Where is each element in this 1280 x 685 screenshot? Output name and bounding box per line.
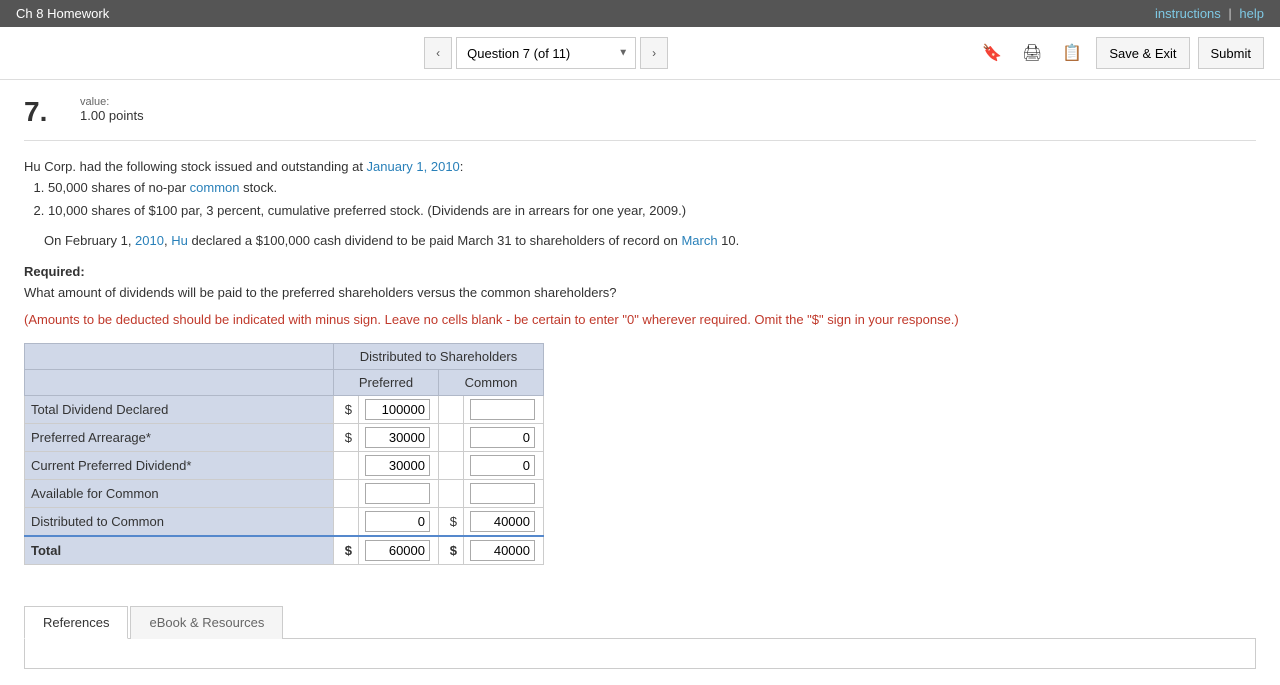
value-label: value:	[80, 96, 144, 108]
warning-text: (Amounts to be deducted should be indica…	[24, 312, 1256, 327]
table-row-label: Total	[25, 536, 334, 565]
comm-value[interactable]	[464, 507, 544, 536]
pref-dollar	[334, 479, 359, 507]
pref-dollar: $	[334, 423, 359, 451]
pref-value[interactable]	[359, 451, 439, 479]
question-ask: What amount of dividends will be paid to…	[24, 283, 1256, 304]
comm-input[interactable]	[470, 511, 535, 532]
help-link[interactable]: help	[1239, 6, 1264, 21]
comm-input[interactable]	[470, 455, 535, 476]
intro-paragraph: Hu Corp. had the following stock issued …	[24, 157, 1256, 178]
document-icon[interactable]: 📋	[1056, 37, 1088, 69]
page-title: Ch 8 Homework	[16, 6, 109, 21]
table-subheader-common: Common	[439, 369, 544, 395]
year-highlight: 2010	[135, 233, 164, 248]
top-bar-links: instructions | help	[1155, 6, 1264, 21]
next-question-button[interactable]: ›	[640, 37, 668, 69]
pref-value[interactable]	[359, 395, 439, 423]
comm-dollar	[439, 479, 464, 507]
top-bar: Ch 8 Homework instructions | help	[0, 0, 1280, 27]
intro-text: Hu Corp. had the following stock issued …	[24, 159, 367, 174]
table-subheader-preferred: Preferred	[334, 369, 439, 395]
prev-question-button[interactable]: ‹	[424, 37, 452, 69]
question-nav: ‹ Question 7 (of 11) ›	[424, 37, 668, 69]
question-body: Hu Corp. had the following stock issued …	[24, 157, 1256, 565]
stock-item-1: 50,000 shares of no-par common stock.	[48, 178, 1256, 199]
date-highlight: January 1, 2010	[367, 159, 460, 174]
pref-input[interactable]	[365, 483, 430, 504]
bookmark-icon[interactable]: 🔖	[976, 37, 1008, 69]
common-link-1: common	[190, 180, 240, 195]
tabs-bar: ReferenceseBook & Resources	[24, 605, 1256, 639]
pref-dollar	[334, 451, 359, 479]
table-row-label: Total Dividend Declared	[25, 395, 334, 423]
comm-dollar	[439, 423, 464, 451]
comm-input[interactable]	[470, 540, 535, 561]
save-exit-button[interactable]: Save & Exit	[1096, 37, 1189, 69]
question-selector-wrapper: Question 7 (of 11)	[456, 37, 636, 69]
company-highlight: Hu	[171, 233, 188, 248]
table-header-main: Distributed to Shareholders	[334, 343, 544, 369]
table-subheader-label	[25, 369, 334, 395]
table-row-label: Distributed to Common	[25, 507, 334, 536]
pref-input[interactable]	[365, 427, 430, 448]
pref-input[interactable]	[365, 455, 430, 476]
nav-right: 🔖 🖨 📋 Save & Exit Submit	[976, 37, 1264, 69]
comm-value[interactable]	[464, 423, 544, 451]
table-row-label: Available for Common	[25, 479, 334, 507]
comm-dollar	[439, 451, 464, 479]
pref-input[interactable]	[365, 511, 430, 532]
comm-input[interactable]	[470, 483, 535, 504]
question-intro: Hu Corp. had the following stock issued …	[24, 157, 1256, 221]
stock-item-2: 10,000 shares of $100 par, 3 percent, cu…	[48, 201, 1256, 222]
month-highlight: March	[681, 233, 717, 248]
intro-colon: :	[460, 159, 464, 174]
tab-references[interactable]: References	[24, 606, 128, 639]
pref-input[interactable]	[365, 540, 430, 561]
pref-dollar: $	[334, 536, 359, 565]
submit-button[interactable]: Submit	[1198, 37, 1264, 69]
comm-dollar	[439, 395, 464, 423]
table-row-label: Current Preferred Dividend*	[25, 451, 334, 479]
comm-input[interactable]	[470, 427, 535, 448]
tab-content-area	[24, 639, 1256, 669]
comm-dollar: $	[439, 536, 464, 565]
nav-bar: ‹ Question 7 (of 11) › 🔖 🖨 📋 Save & Exit…	[0, 27, 1280, 80]
question-selector[interactable]: Question 7 (of 11)	[456, 37, 636, 69]
pref-value[interactable]	[359, 507, 439, 536]
tab-ebook-&-resources[interactable]: eBook & Resources	[130, 606, 283, 639]
link-separator: |	[1228, 6, 1231, 21]
table-header-label	[25, 343, 334, 369]
question-header: 7. value: 1.00 points	[24, 96, 1256, 128]
stock-list: 50,000 shares of no-par common stock. 10…	[48, 178, 1256, 222]
question-meta: value: 1.00 points	[80, 96, 144, 123]
pref-value[interactable]	[359, 536, 439, 565]
pref-dollar: $	[334, 395, 359, 423]
instructions-link[interactable]: instructions	[1155, 6, 1221, 21]
comm-input[interactable]	[470, 399, 535, 420]
comm-dollar: $	[439, 507, 464, 536]
comm-value[interactable]	[464, 451, 544, 479]
pref-input[interactable]	[365, 399, 430, 420]
required-label: Required:	[24, 264, 1256, 279]
divider	[24, 140, 1256, 141]
print-icon[interactable]: 🖨	[1016, 37, 1048, 69]
question-number: 7.	[24, 96, 64, 128]
required-section: Required: What amount of dividends will …	[24, 264, 1256, 327]
pref-value[interactable]	[359, 423, 439, 451]
pref-value[interactable]	[359, 479, 439, 507]
dividend-table: Distributed to Shareholders Preferred Co…	[24, 343, 544, 565]
question-paragraph: On February 1, 2010, Hu declared a $100,…	[24, 231, 1256, 252]
comm-value[interactable]	[464, 395, 544, 423]
content-area: 7. value: 1.00 points Hu Corp. had the f…	[0, 80, 1280, 685]
comm-value[interactable]	[464, 479, 544, 507]
comm-value[interactable]	[464, 536, 544, 565]
pref-dollar	[334, 507, 359, 536]
table-row-label: Preferred Arrearage*	[25, 423, 334, 451]
points-value: 1.00 points	[80, 108, 144, 123]
